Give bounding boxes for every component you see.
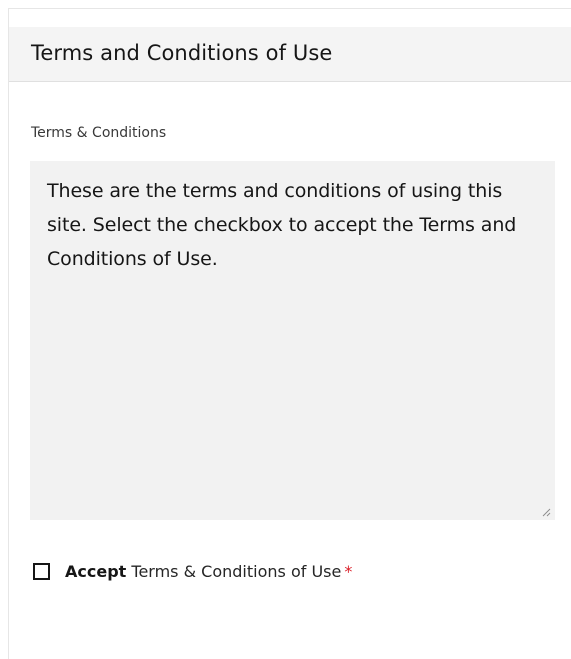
- panel-header: Terms and Conditions of Use: [9, 27, 571, 82]
- terms-panel: Terms and Conditions of Use Terms & Cond…: [8, 8, 571, 659]
- terms-textarea[interactable]: These are the terms and conditions of us…: [30, 161, 555, 520]
- accept-terms-label[interactable]: Accept Terms & Conditions of Use *: [65, 562, 352, 581]
- accept-terms-label-rest: Terms & Conditions of Use: [126, 561, 342, 581]
- accept-terms-row[interactable]: Accept Terms & Conditions of Use *: [33, 560, 352, 582]
- required-marker: *: [344, 561, 353, 581]
- accept-word: Accept: [65, 561, 127, 581]
- terms-field-label: Terms & Conditions: [31, 125, 167, 141]
- resize-handle-icon[interactable]: [541, 507, 551, 517]
- page-title: Terms and Conditions of Use: [31, 41, 333, 65]
- accept-terms-checkbox[interactable]: [33, 562, 50, 580]
- terms-textarea-container: These are the terms and conditions of us…: [30, 161, 555, 520]
